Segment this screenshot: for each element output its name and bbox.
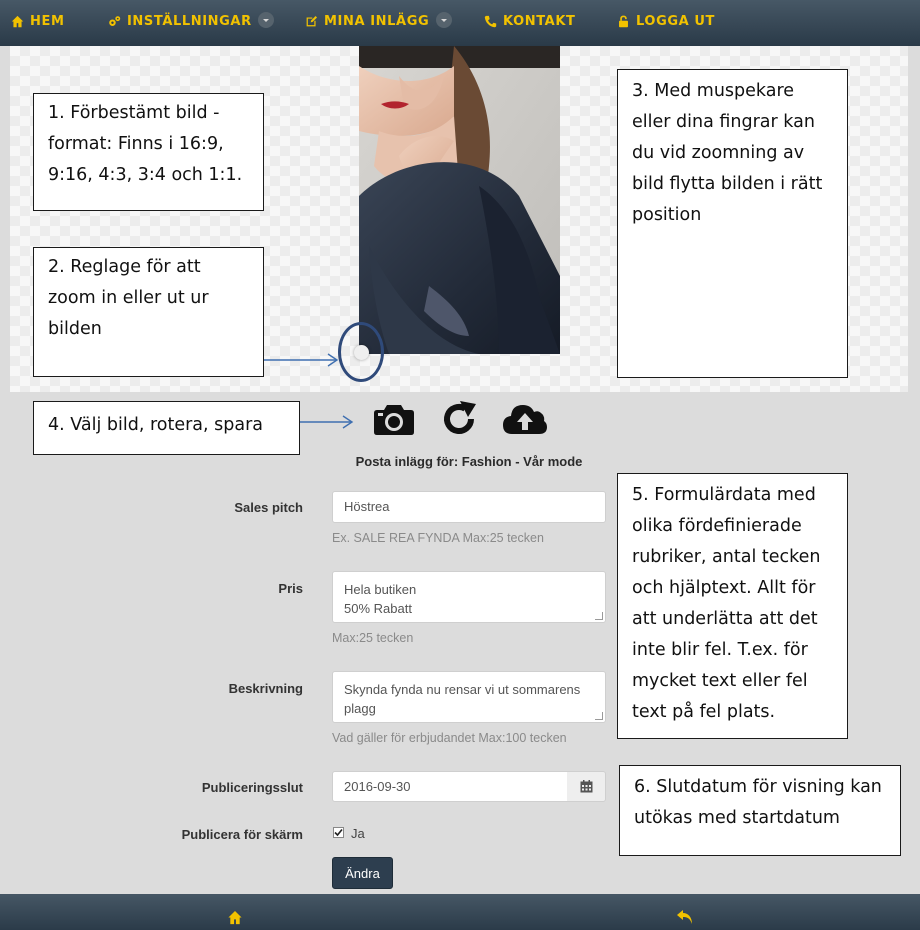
callout-6-end-date: 6. Slutdatum för visning kan utökas med … [619,765,901,856]
chevron-down-icon [263,18,269,22]
chevron-down-icon [441,18,447,22]
resize-handle-icon[interactable] [595,712,603,720]
description-label: Beskrivning [228,681,303,696]
description-textarea[interactable]: Skynda fynda nu rensar vi ut sommarens p… [332,671,606,723]
submit-change-button[interactable]: Ändra [332,857,393,889]
fashion-photo[interactable] [359,46,560,354]
settings-dropdown-toggle[interactable] [258,12,274,28]
lock-icon [619,15,628,27]
date-picker-button[interactable] [567,771,606,802]
camera-icon [374,405,414,435]
arrow-zoom [263,353,339,367]
description-help: Vad gäller för erbjudandet Max:100 tecke… [332,731,567,745]
nav-contact[interactable]: KONTAKT [484,0,575,42]
save-image-button[interactable] [502,396,548,442]
price-line-2: 50% Rabatt [344,601,412,616]
home-icon[interactable] [227,910,243,925]
gears-icon [109,15,121,26]
price-label: Pris [278,581,303,596]
publish-end-label: Publiceringsslut [201,780,303,795]
publish-screen-option-label: Ja [351,826,365,841]
description-line-1: Skynda fynda nu rensar vi ut sommarens [344,682,581,697]
price-textarea[interactable]: Hela butiken 50% Rabatt [332,571,606,623]
callout-1-image-format: 1. Förbestämt bild - format: Finns i 16:… [33,93,264,211]
resize-handle-icon[interactable] [595,612,603,620]
nav-home[interactable]: HEM [11,0,65,42]
top-navigation-bar: HEM INSTÄLLNINGAR MINA INLÄGG KONTAKT LO… [0,0,920,46]
publish-end-date-input[interactable]: 2016-09-30 [332,771,568,802]
checkmark-icon [334,828,343,837]
back-arrow-icon[interactable] [676,909,694,925]
callout-3-pan-image: 3. Med muspekare eller dina fingrar kan … [617,69,848,378]
rotate-icon [444,401,476,434]
my-posts-dropdown-toggle[interactable] [436,12,452,28]
nav-settings[interactable]: INSTÄLLNINGAR [108,0,252,42]
rotate-image-button[interactable] [436,396,482,442]
post-heading: Posta inlägg för: Fashion - Vår mode [355,454,583,469]
phone-icon [484,15,497,27]
bottom-navigation-bar [0,894,920,930]
description-line-2: plagg [344,701,376,716]
publish-screen-label: Publicera för skärm [181,827,303,842]
sales-pitch-label: Sales pitch [234,500,303,515]
nav-logout[interactable]: LOGGA UT [617,0,715,42]
price-line-1: Hela butiken [344,582,417,597]
edit-icon [306,15,318,26]
zoom-slider-handle[interactable] [354,345,369,360]
callout-2-zoom-slider: 2. Reglage för att zoom in eller ut ur b… [33,247,264,377]
publish-screen-checkbox[interactable] [333,827,344,838]
callout-4-toolbar: 4. Välj bild, rotera, spara [33,401,300,455]
price-help: Max:25 tecken [332,631,414,645]
nav-my-posts[interactable]: MINA INLÄGG [305,0,429,42]
arrow-toolbar [299,415,354,429]
cloud-upload-icon [503,405,547,434]
sales-pitch-input[interactable]: Höstrea [332,491,606,523]
calendar-icon [580,780,592,793]
home-icon [11,15,24,27]
callout-5-form-data: 5. Formulärdata med olika fördefinierade… [617,473,848,739]
choose-image-button[interactable] [371,396,417,442]
sales-pitch-help: Ex. SALE REA FYNDA Max:25 tecken [332,531,544,545]
